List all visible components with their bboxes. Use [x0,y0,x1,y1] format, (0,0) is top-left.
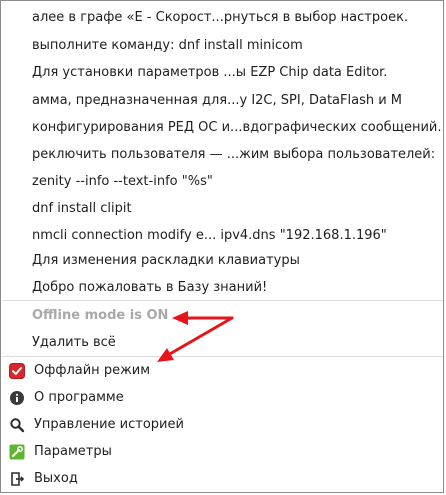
info-icon [9,390,25,406]
offline-status-label: Offline mode is ON [32,308,169,323]
search-icon [9,417,25,433]
menu-separator [2,300,443,301]
history-item[interactable]: реключить пользователя — ...жим выбора п… [32,146,435,164]
history-item[interactable]: амма, предназначенная для...у I2C, SPI, … [32,92,402,110]
menu-separator [2,356,443,357]
history-item[interactable]: zenity --info --text-info "%s" [32,173,213,191]
history-item[interactable]: выполните команду: dnf install minicom [32,37,303,55]
about-label: О программе [34,390,124,405]
checkbox-checked-icon[interactable] [9,363,25,379]
clear-all-item[interactable]: Удалить всё [32,334,116,352]
history-item[interactable]: конфигурирования РЕД ОС и...вдографическ… [32,119,441,137]
history-item[interactable]: nmcli connection modify e... ipv4.dns "1… [32,227,387,245]
exit-door-icon [9,471,25,487]
settings-item[interactable]: Параметры [9,443,112,461]
settings-label: Параметры [34,444,112,459]
exit-item[interactable]: Выход [9,470,78,488]
history-management-label: Управление историей [34,417,184,432]
offline-mode-label: Оффлайн режим [34,363,151,378]
history-item[interactable]: Для установки параметров ...ы EZP Chip d… [32,64,387,82]
history-item[interactable]: dnf install clipit [32,200,132,218]
history-item[interactable]: алее в графе «Е - Скорост...рнуться в вы… [32,9,408,27]
offline-mode-item[interactable]: Оффлайн режим [9,362,150,380]
history-item[interactable]: Добро пожаловать в Базу знаний! [32,279,267,297]
history-management-item[interactable]: Управление историей [9,416,184,434]
exit-label: Выход [34,471,78,486]
history-item[interactable]: Для изменения раскладки клавиатуры [32,252,300,270]
wrench-icon [9,444,25,460]
clipboard-context-menu: алее в графе «Е - Скорост...рнуться в вы… [0,0,444,493]
about-item[interactable]: О программе [9,389,124,407]
